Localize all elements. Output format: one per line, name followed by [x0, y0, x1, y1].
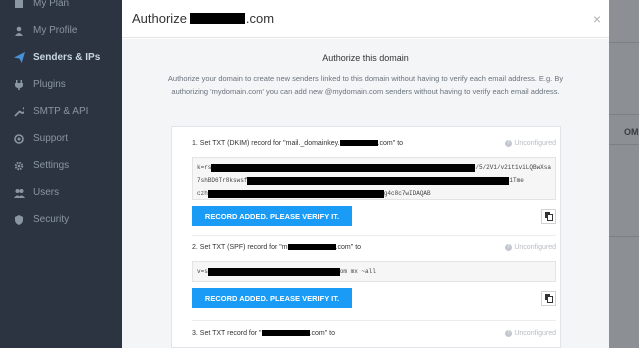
sidebar-item-support[interactable]: Support [0, 125, 122, 152]
step-spf: 2. Set TXT (SPF) record for "m .com" to … [192, 241, 556, 308]
code-text: 7shBD6Tr8kswsf [197, 177, 248, 184]
sidebar-item-my-profile[interactable]: My Profile [0, 17, 122, 44]
unconfigured-icon: ! [505, 329, 513, 337]
modal-description: Authorize your domain to create new send… [167, 74, 564, 96]
spf-record-value[interactable]: v=s om mx ~all [192, 261, 556, 282]
status-text: Unconfigured [514, 139, 556, 147]
step-header: 2. Set TXT (SPF) record for "m .com" to … [192, 241, 556, 253]
modal-heading: Authorize this domain [322, 53, 409, 63]
unconfigured-icon: ! [505, 139, 513, 147]
plug-icon [12, 78, 26, 92]
code-text: czh [197, 190, 208, 197]
sidebar-item-security[interactable]: Security [0, 206, 122, 233]
background-divider [609, 236, 639, 237]
shield-icon [12, 213, 26, 227]
modal-header: Authorize .com × [122, 0, 609, 38]
paper-plane-icon [12, 51, 26, 65]
copy-icon[interactable] [541, 290, 556, 306]
status-badge: ! Unconfigured [505, 329, 556, 337]
sidebar-item-label: Users [33, 187, 60, 198]
redacted-domain [189, 13, 245, 24]
redacted-domain [339, 140, 378, 146]
status-text: Unconfigured [514, 329, 556, 337]
step-label-suffix: .com" to [335, 243, 362, 251]
modal-title-suffix: .com [245, 11, 275, 26]
verify-dkim-button[interactable]: RECORD ADDED. PLEASE VERIFY IT. [192, 206, 352, 226]
sidebar-item-senders-ips[interactable]: Senders & IPs [0, 44, 122, 71]
sidebar-item-label: SMTP & API [33, 106, 89, 117]
redacted-domain [261, 330, 310, 336]
sidebar-item-label: Settings [33, 160, 70, 171]
status-text: Unconfigured [514, 243, 556, 251]
sidebar-item-plugins[interactable]: Plugins [0, 71, 122, 98]
step-label-suffix: .com" to [309, 329, 335, 337]
redacted-text [211, 163, 476, 172]
step-label-prefix: 3. Set TXT record for " [192, 329, 262, 337]
step-divider [192, 235, 556, 236]
sidebar-item-label: My Profile [33, 25, 78, 36]
step-label-prefix: 2. Set TXT (SPF) record for "m [192, 243, 288, 251]
status-badge: ! Unconfigured [505, 243, 556, 251]
step-actions: RECORD ADDED. PLEASE VERIFY IT. [192, 288, 556, 308]
modal-body: Authorize this domain Authorize your dom… [122, 39, 609, 348]
sidebar-item-label: Security [33, 214, 70, 225]
step-txt: 3. Set TXT record for " .com" to ! Uncon… [192, 327, 556, 339]
plan-icon [12, 0, 26, 11]
step-label: 2. Set TXT (SPF) record for "m .com" to [192, 244, 361, 251]
sidebar: My Plan My Profile Senders & IPs Plugins… [0, 0, 122, 348]
background-divider [609, 144, 639, 145]
code-text: om mx ~all [339, 268, 376, 275]
code-line: 7shBD6Tr8kswsf 1Tme [197, 174, 551, 187]
code-text: 1Tme [509, 177, 524, 184]
sidebar-item-label: Senders & IPs [33, 52, 101, 63]
verify-spf-button[interactable]: RECORD ADDED. PLEASE VERIFY IT. [192, 288, 352, 308]
modal-title-prefix: Authorize [132, 11, 187, 26]
code-line: czh g4c8c7wIDAQAB [197, 187, 551, 200]
step-dkim: 1. Set TXT (DKIM) record for "mail._doma… [192, 137, 556, 226]
lifebuoy-icon [12, 132, 26, 146]
sidebar-item-label: My Plan [33, 0, 70, 9]
gear-icon [12, 159, 26, 173]
sidebar-item-settings[interactable]: Settings [0, 152, 122, 179]
step-label: 1. Set TXT (DKIM) record for "mail._doma… [192, 140, 403, 147]
copy-icon[interactable] [541, 208, 556, 224]
status-badge: ! Unconfigured [505, 139, 556, 147]
redacted-text [207, 189, 384, 198]
users-icon [12, 186, 26, 200]
wrench-icon [12, 105, 26, 119]
code-text: k=rs [197, 164, 212, 171]
dns-steps-card: 1. Set TXT (DKIM) record for "mail._doma… [171, 126, 561, 348]
redacted-domain [287, 244, 336, 250]
step-header: 1. Set TXT (DKIM) record for "mail._doma… [192, 137, 556, 149]
step-label: 3. Set TXT record for " .com" to [192, 330, 335, 337]
authorize-domain-modal: Authorize .com × Authorize this domain A… [122, 0, 609, 348]
dkim-record-value[interactable]: k=rs /5/2V1/v2it1viLQBwXsa 7shBD6Tr8ksws… [192, 157, 556, 200]
step-header: 3. Set TXT record for " .com" to ! Uncon… [192, 327, 556, 339]
code-line: v=s om mx ~all [197, 265, 551, 278]
background-page [609, 0, 639, 348]
code-text: /5/2V1/v2it1viLQBwXsa [475, 164, 551, 171]
close-icon[interactable]: × [593, 11, 601, 27]
unconfigured-icon: ! [505, 243, 513, 251]
background-divider [609, 114, 639, 115]
code-line: k=rs /5/2V1/v2it1viLQBwXsa [197, 161, 551, 174]
sidebar-item-my-plan[interactable]: My Plan [0, 0, 122, 17]
user-icon [12, 24, 26, 38]
step-actions: RECORD ADDED. PLEASE VERIFY IT. [192, 206, 556, 226]
code-text: v=s [197, 268, 208, 275]
sidebar-item-smtp-api[interactable]: SMTP & API [0, 98, 122, 125]
background-divider [609, 42, 639, 43]
background-partial-text: OMA [624, 127, 639, 137]
code-text: g4c8c7wIDAQAB [383, 190, 431, 197]
step-label-suffix: .com" to [377, 139, 404, 147]
sidebar-item-label: Plugins [33, 79, 66, 90]
redacted-text [247, 176, 510, 185]
sidebar-item-users[interactable]: Users [0, 179, 122, 206]
step-label-prefix: 1. Set TXT (DKIM) record for "mail._doma… [192, 139, 340, 147]
modal-title: Authorize .com [132, 11, 274, 26]
sidebar-item-label: Support [33, 133, 69, 144]
step-divider [192, 320, 556, 321]
redacted-text [207, 267, 340, 276]
